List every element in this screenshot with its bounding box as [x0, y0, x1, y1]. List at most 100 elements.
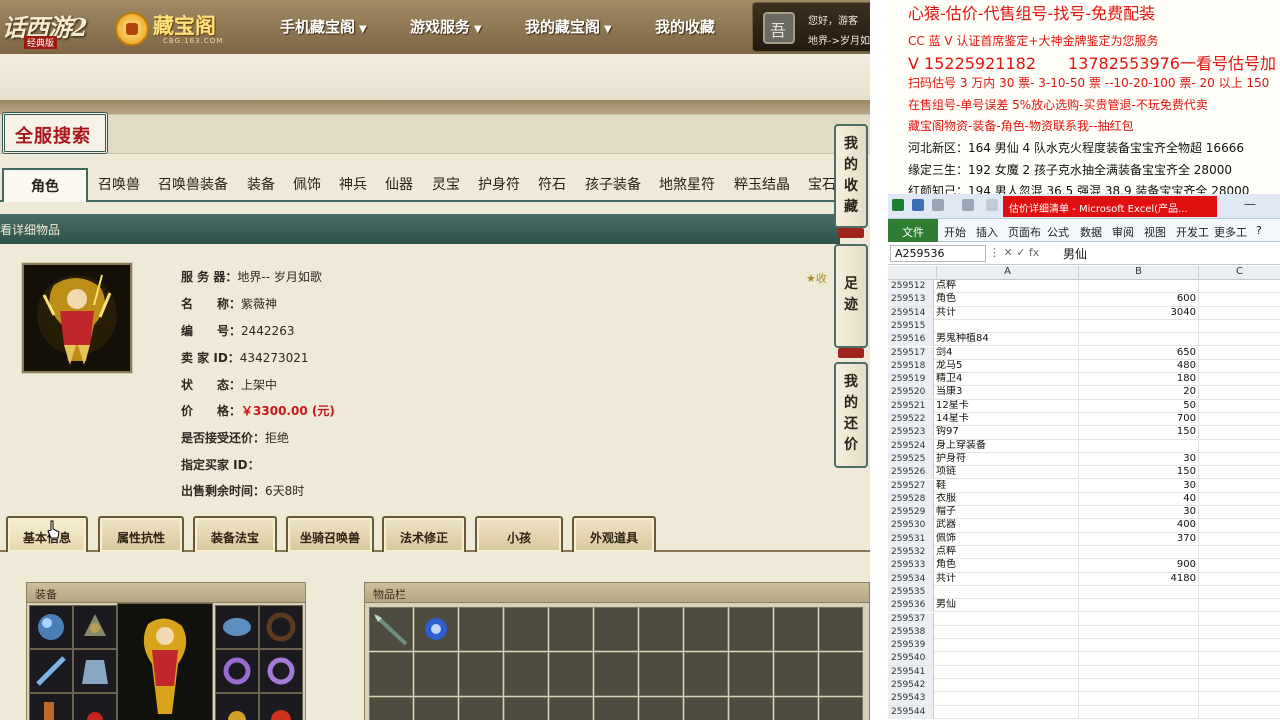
quick-access-dropdown-icon[interactable]: [986, 199, 998, 211]
cell-a[interactable]: 角色: [936, 293, 1076, 305]
tab-role[interactable]: 角色: [2, 168, 88, 202]
tab-file[interactable]: 文件: [888, 219, 938, 242]
help-icon[interactable]: ?: [1256, 224, 1262, 237]
inventory-slot[interactable]: [774, 697, 818, 720]
table-row[interactable]: 259527 鞋 30: [888, 479, 1280, 493]
tab-attribute-resist[interactable]: 属性抗性: [98, 516, 184, 552]
tab-divine-weapon[interactable]: 神兵: [339, 174, 367, 194]
equip-slot[interactable]: [73, 649, 117, 693]
row-number[interactable]: 259525: [888, 452, 934, 466]
row-number[interactable]: 259543: [888, 692, 934, 706]
tab-child-equip[interactable]: 孩子装备: [585, 174, 641, 194]
row-number[interactable]: 259521: [888, 399, 934, 413]
inventory-slot[interactable]: [369, 652, 413, 696]
inventory-slot[interactable]: [504, 697, 548, 720]
inventory-slot[interactable]: [729, 652, 773, 696]
inventory-slot[interactable]: [594, 697, 638, 720]
tab-child[interactable]: 小孩: [475, 516, 563, 552]
inventory-slot[interactable]: [729, 607, 773, 651]
formula-input[interactable]: 男仙: [1063, 245, 1087, 262]
inventory-slot[interactable]: [594, 652, 638, 696]
column-header-c[interactable]: C: [1198, 266, 1280, 280]
equip-slot[interactable]: [29, 693, 73, 720]
row-number[interactable]: 259529: [888, 506, 934, 520]
table-row[interactable]: 259542: [888, 679, 1280, 693]
cell-a[interactable]: 帽子: [936, 506, 1076, 518]
table-row[interactable]: 259544: [888, 705, 1280, 719]
cell-b[interactable]: 30: [1078, 506, 1196, 518]
cell-b[interactable]: 400: [1078, 519, 1196, 531]
cell-b[interactable]: 900: [1078, 559, 1196, 571]
row-number[interactable]: 259516: [888, 333, 934, 347]
cell-a[interactable]: 精卫4: [936, 373, 1076, 385]
equip-slot[interactable]: [259, 649, 303, 693]
cell-b[interactable]: 650: [1078, 347, 1196, 359]
game-logo[interactable]: 话西游2 经典版: [0, 6, 95, 49]
table-row[interactable]: 259524 身上穿装备: [888, 439, 1280, 453]
inventory-slot[interactable]: [459, 697, 503, 720]
side-tab-favorites[interactable]: 我的收藏: [834, 124, 868, 228]
cell-a[interactable]: 身上穿装备: [936, 440, 1076, 452]
tab-appearance-items[interactable]: 外观道具: [572, 516, 656, 552]
row-number[interactable]: 259544: [888, 705, 934, 719]
table-row[interactable]: 259533 角色 900: [888, 559, 1280, 573]
cell-a[interactable]: 12星卡: [936, 400, 1076, 412]
nav-my-favorites[interactable]: 我的收藏: [655, 16, 715, 37]
table-row[interactable]: 259517 剑4 650: [888, 346, 1280, 360]
cell-b[interactable]: 600: [1078, 293, 1196, 305]
cell-b[interactable]: 3040: [1078, 307, 1196, 319]
search-title-badge[interactable]: 全服搜索: [2, 112, 108, 154]
cell-a[interactable]: 剑4: [936, 347, 1076, 359]
table-row[interactable]: 259526 项链 150: [888, 466, 1280, 480]
minimize-icon[interactable]: —: [1244, 197, 1256, 211]
inventory-slot[interactable]: [819, 652, 863, 696]
row-number[interactable]: 259512: [888, 280, 934, 293]
cell-a[interactable]: 佩饰: [936, 533, 1076, 545]
row-number[interactable]: 259522: [888, 413, 934, 426]
inventory-slot[interactable]: [594, 607, 638, 651]
row-number[interactable]: 259513: [888, 293, 934, 307]
equip-slot[interactable]: [73, 605, 117, 649]
row-number[interactable]: 259526: [888, 466, 934, 480]
tab-fairy-item[interactable]: 仙器: [385, 174, 413, 194]
table-row[interactable]: 259532 点粹: [888, 546, 1280, 560]
tab-insert[interactable]: 插入: [976, 224, 998, 240]
row-number[interactable]: 259540: [888, 652, 934, 666]
table-row[interactable]: 259525 护身符 30: [888, 452, 1280, 467]
cell-a[interactable]: 当康3: [936, 386, 1076, 398]
tab-spirit-treasure[interactable]: 灵宝: [432, 174, 460, 194]
tab-equip[interactable]: 装备: [247, 174, 275, 194]
inventory-slot[interactable]: [729, 697, 773, 720]
equip-slot[interactable]: [29, 649, 73, 693]
name-box[interactable]: A259536: [890, 245, 986, 262]
tab-developer[interactable]: 开发工: [1176, 224, 1209, 240]
cell-b[interactable]: 480: [1078, 360, 1196, 372]
table-row[interactable]: 259530 武器 400: [888, 519, 1280, 533]
equip-slot[interactable]: [215, 693, 259, 720]
table-row[interactable]: 259520 当康3 20: [888, 386, 1280, 400]
undo-icon[interactable]: [932, 199, 944, 211]
cell-b[interactable]: 30: [1078, 453, 1196, 465]
inventory-slot[interactable]: [504, 607, 548, 651]
row-number[interactable]: 259524: [888, 439, 934, 453]
tab-accessory[interactable]: 佩饰: [293, 174, 321, 194]
cell-a[interactable]: 男鬼种植84: [936, 333, 1076, 345]
row-number[interactable]: 259542: [888, 679, 934, 692]
table-row[interactable]: 259518 龙马5 480: [888, 359, 1280, 374]
tab-jade-crystal[interactable]: 粹玉结晶: [734, 174, 790, 194]
table-row[interactable]: 259516 男鬼种植84: [888, 333, 1280, 347]
tab-mount-pet[interactable]: 坐骑召唤兽: [286, 516, 374, 552]
equip-slot[interactable]: [259, 693, 303, 720]
table-row[interactable]: 259522 14星卡 700: [888, 413, 1280, 427]
table-row[interactable]: 259529 帽子 30: [888, 506, 1280, 520]
user-box[interactable]: 您好，游客 地界->岁月如: [752, 2, 870, 52]
table-row[interactable]: 259523 钩97 150: [888, 426, 1280, 440]
inventory-slot[interactable]: [459, 652, 503, 696]
cell-a[interactable]: 护身符: [936, 453, 1076, 465]
inventory-slot[interactable]: [819, 697, 863, 720]
row-number[interactable]: 259536: [888, 599, 934, 613]
row-number[interactable]: 259541: [888, 665, 934, 679]
row-number[interactable]: 259530: [888, 519, 934, 533]
table-row[interactable]: 259535: [888, 585, 1280, 600]
cell-a[interactable]: 钩97: [936, 426, 1076, 438]
